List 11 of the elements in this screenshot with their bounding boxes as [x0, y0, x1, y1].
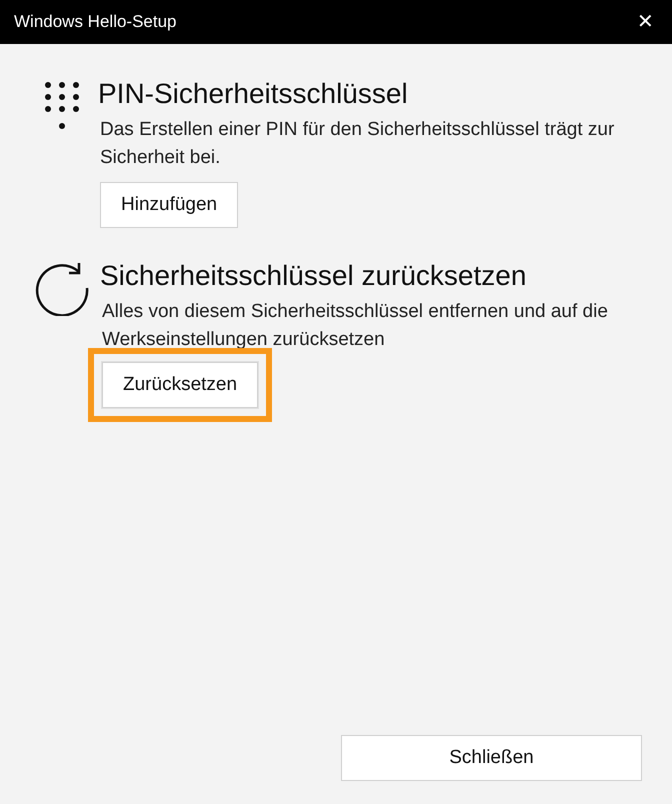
- section-heading: Sicherheitsschlüssel zurücksetzen: [100, 259, 528, 293]
- action-button[interactable]: Hinzufügen: [100, 182, 238, 228]
- section-description: Das Erstellen einer PIN für den Sicherheitsschlüssel trägt zur Sicherheit bei.: [100, 118, 616, 170]
- section-heading: PIN-Sicherheitsschlüssel: [98, 77, 409, 111]
- action-button[interactable]: Zurücksetzen: [102, 362, 258, 408]
- window-title: Windows Hello-Setup: [14, 11, 177, 34]
- close-dialog-button[interactable]: Schließen: [341, 735, 642, 781]
- close-button[interactable]: ✕: [633, 7, 658, 37]
- section-description: Alles von diesem Sicherheitsschlüssel entfernen und auf die Werkseinstellungen zurücksetzen: [102, 300, 609, 352]
- keypad-icon: [45, 82, 79, 130]
- refresh-icon: [35, 260, 91, 316]
